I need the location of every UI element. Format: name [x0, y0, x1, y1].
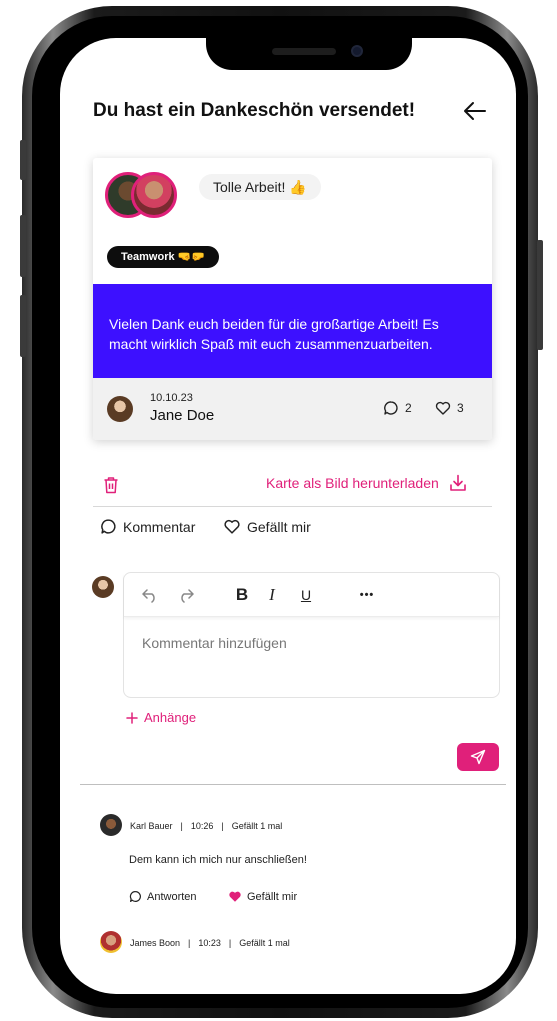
phone-power-button	[537, 240, 543, 350]
comment-meta: Karl Bauer | 10:26 | Gefällt 1 mal	[130, 821, 282, 831]
download-label: Karte als Bild herunterladen	[266, 475, 439, 491]
comment-author[interactable]: Karl Bauer	[130, 821, 173, 831]
divider	[93, 506, 492, 507]
phone-side-button	[20, 140, 26, 180]
arrow-left-icon	[464, 102, 486, 120]
undo-button[interactable]	[140, 583, 160, 607]
heart-icon	[435, 401, 451, 415]
card-date: 10.10.23	[150, 392, 193, 404]
back-button[interactable]	[458, 96, 492, 126]
avatar	[100, 814, 122, 836]
avatar	[92, 576, 114, 598]
plus-icon	[126, 711, 138, 724]
like-button[interactable]: Gefällt mir	[223, 518, 311, 535]
editor-toolbar: B I U •••	[124, 573, 499, 617]
comment-icon	[101, 519, 116, 534]
card-footer: 10.10.23 Jane Doe 2 3	[93, 378, 492, 440]
comment-author[interactable]: James Boon	[130, 938, 180, 948]
like-label: Gefällt mir	[247, 518, 311, 535]
separator: |	[180, 821, 183, 831]
separator: |	[221, 821, 224, 831]
separator: |	[228, 938, 232, 948]
send-button[interactable]	[457, 743, 499, 771]
phone-volume-down-button	[20, 295, 26, 357]
avatar	[107, 396, 133, 422]
comment-likes: Gefällt 1 mal	[231, 821, 283, 831]
reply-label: Antworten	[147, 890, 197, 903]
comment-editor[interactable]: B I U ••• Kommentar hinzufügen	[123, 572, 500, 698]
recipient-avatar	[131, 172, 177, 218]
comment-time: 10:23	[198, 938, 221, 948]
card-message: Vielen Dank euch beiden für die großarti…	[93, 284, 492, 378]
phone-volume-up-button	[20, 215, 26, 277]
phone-screen: Du hast ein Dankeschön versendet! Tolle …	[60, 38, 516, 994]
bold-button[interactable]: B	[232, 583, 252, 607]
page-title: Du hast ein Dankeschön versendet!	[93, 100, 416, 121]
comment-count-value: 2	[405, 401, 412, 415]
comment-meta: James Boon | 10:23 | Gefällt 1 mal	[130, 938, 290, 948]
comment-likes: Gefällt 1 mal	[239, 938, 290, 948]
card-author: Jane Doe	[150, 407, 215, 424]
like-count-value: 3	[457, 401, 464, 415]
underline-button[interactable]: U	[296, 583, 316, 607]
more-options-button[interactable]: •••	[352, 583, 382, 607]
attachments-button[interactable]: Anhänge	[126, 710, 196, 725]
like-count[interactable]: 3	[435, 400, 464, 416]
speaker-grille	[272, 48, 336, 55]
send-icon	[470, 749, 486, 765]
delete-button[interactable]	[103, 476, 119, 499]
thank-you-card: Tolle Arbeit! 👍 Teamwork 🤜🤛 Vielen Dank …	[93, 158, 492, 440]
trash-icon	[104, 477, 118, 494]
comment-like-label: Gefällt mir	[247, 890, 298, 903]
heart-filled-icon	[229, 891, 241, 902]
comment-icon	[384, 401, 398, 415]
download-card-button[interactable]: Karte als Bild herunterladen	[266, 474, 467, 492]
comment-time: 10:26	[190, 821, 214, 831]
redo-icon	[181, 589, 194, 603]
redo-button[interactable]	[176, 583, 196, 607]
value-badge: Teamwork 🤜🤛	[107, 246, 220, 268]
reply-button[interactable]: Antworten	[129, 890, 197, 903]
comment-button[interactable]: Kommentar	[100, 518, 195, 535]
attachments-label: Anhänge	[144, 710, 197, 725]
comment-text: Dem kann ich mich nur anschließen!	[129, 854, 307, 866]
avatar	[100, 931, 122, 953]
download-icon	[449, 474, 466, 491]
comment-label: Kommentar	[123, 518, 196, 535]
divider	[80, 784, 506, 785]
comment-icon	[129, 891, 141, 902]
italic-button[interactable]: I	[262, 583, 282, 607]
comment-input-placeholder[interactable]: Kommentar hinzufügen	[142, 635, 287, 651]
comment-count[interactable]: 2	[383, 400, 412, 416]
undo-icon	[142, 589, 155, 603]
separator: |	[188, 938, 191, 948]
heart-icon	[224, 519, 240, 534]
front-camera	[351, 45, 363, 57]
notch	[206, 38, 412, 70]
comment-like-button[interactable]: Gefällt mir	[228, 890, 297, 903]
card-tag: Tolle Arbeit! 👍	[199, 174, 321, 200]
